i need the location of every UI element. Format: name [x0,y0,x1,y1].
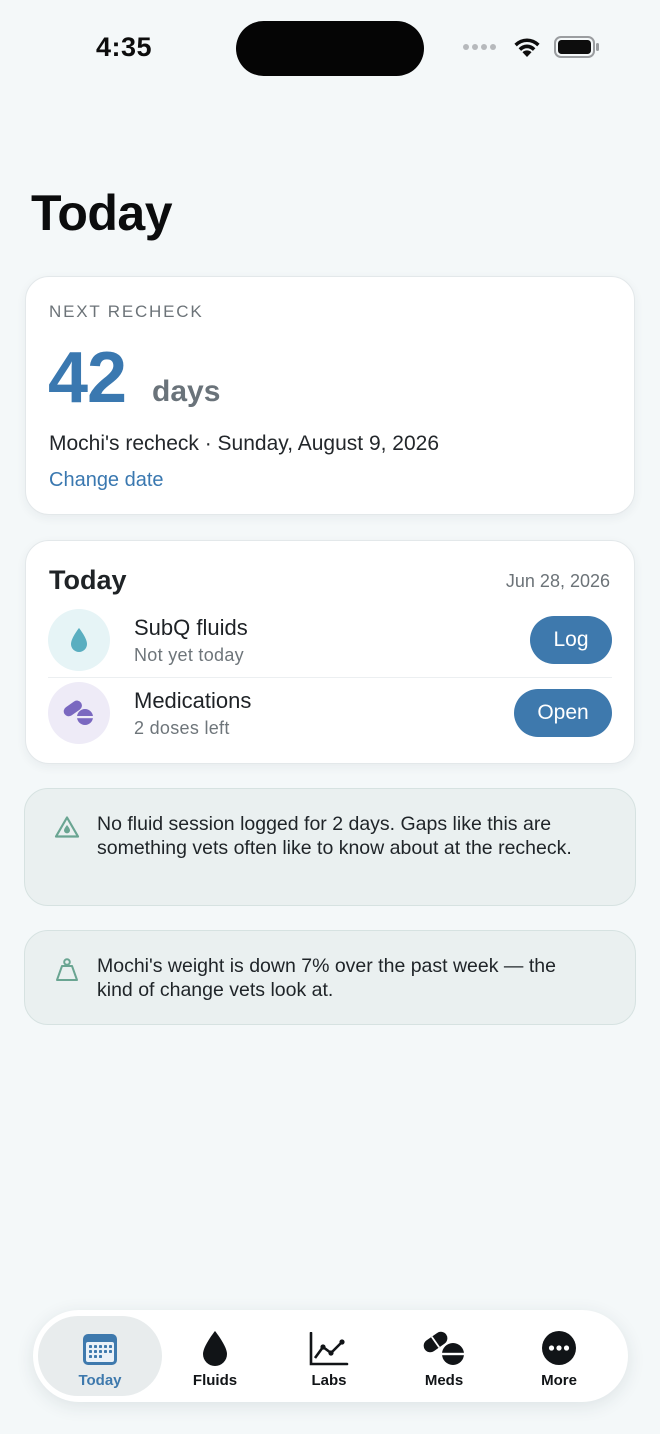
today-tasks-card: Today Jun 28, 2026 SubQ fluids Not yet t… [25,540,635,764]
dynamic-island [236,21,424,76]
task-title: Medications [134,688,252,713]
tab-label: Meds [424,1372,464,1389]
tab-label: Today [78,1372,122,1389]
tab-label: Fluids [192,1372,238,1389]
today-card-title: Today [49,565,127,595]
tab-bar: Today Fluids Labs Meds More [33,1310,628,1402]
line-chart-icon [309,1322,349,1366]
page-title: Today [31,185,173,241]
today-screen: 4:35 Today NEXT RECHECK 42 days Mochi's … [0,0,660,1434]
task-row-medications: Medications 2 doses left Open [48,677,612,749]
battery-icon [554,36,600,58]
wifi-icon [512,36,542,58]
calendar-icon [82,1322,118,1366]
warning-triangle-icon [54,815,80,844]
tab-meds[interactable]: Meds [382,1316,506,1396]
more-icon [541,1322,577,1366]
water-drop-icon [48,609,110,671]
status-indicators [463,36,600,58]
pills-icon [48,682,110,744]
recheck-days-unit: days [152,375,221,408]
alert-weight-change: Mochi's weight is down 7% over the past … [24,930,636,1025]
recheck-description: Mochi's recheck · Sunday, August 9, 2026 [49,432,440,455]
tab-label: Labs [311,1372,347,1389]
task-subtitle: 2 doses left [134,718,230,738]
pills-icon [422,1322,466,1366]
recheck-label: NEXT RECHECK [49,302,204,321]
drop-icon [201,1322,229,1366]
task-subtitle: Not yet today [134,645,244,665]
tab-label: More [541,1372,577,1389]
recheck-days-count: 42 [48,338,127,418]
task-row-subq-fluids: SubQ fluids Not yet today Log [48,605,612,677]
tab-labs[interactable]: Labs [267,1316,391,1396]
alert-missed-fluids: No fluid session logged for 2 days. Gaps… [24,788,636,906]
today-card-date: Jun 28, 2026 [505,571,610,591]
tab-today[interactable]: Today [38,1316,162,1396]
open-medications-button[interactable]: Open [514,689,612,737]
status-time: 4:35 [96,32,153,62]
change-date-link[interactable]: Change date [49,469,164,492]
alert-text: No fluid session logged for 2 days. Gaps… [97,813,572,859]
task-title: SubQ fluids [134,615,248,640]
tab-fluids[interactable]: Fluids [153,1316,277,1396]
alert-text: Mochi's weight is down 7% over the past … [97,955,556,1001]
cellular-signal-icon [463,44,496,50]
weight-scale-icon [54,957,80,988]
tab-more[interactable]: More [497,1316,621,1396]
log-fluids-button[interactable]: Log [530,616,612,664]
next-recheck-card: NEXT RECHECK 42 days Mochi's recheck · S… [25,276,635,515]
